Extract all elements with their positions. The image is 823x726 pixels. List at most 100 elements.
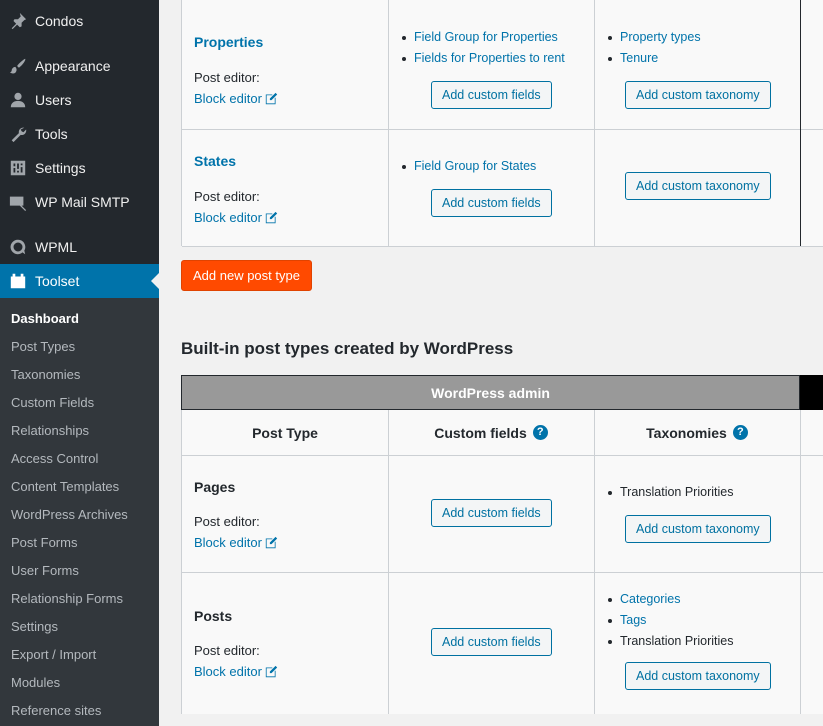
help-icon[interactable]: ? (532, 425, 548, 440)
list-item[interactable]: Tenure (606, 48, 701, 69)
submenu-settings[interactable]: Settings (11, 613, 58, 641)
submenu-access-control[interactable]: Access Control (11, 445, 98, 473)
post-editor-label: Post editor: (194, 189, 260, 204)
column-header-label: Custom fields (434, 424, 527, 441)
table-row: States Post editor: Block editor Field G… (182, 129, 823, 247)
table-row: Properties Post editor: Block editor Fie… (182, 0, 823, 130)
post-type-title[interactable]: States (194, 153, 236, 169)
menu-label: Tools (35, 126, 68, 142)
submenu-relationship-forms[interactable]: Relationship Forms (11, 585, 123, 613)
submenu-user-forms[interactable]: User Forms (11, 557, 79, 585)
block-editor-link[interactable]: Block editor (194, 664, 278, 679)
block-editor-link-text: Block editor (194, 91, 262, 106)
column-header-label: Post Type (252, 424, 318, 441)
menu-label: Toolset (35, 273, 80, 289)
main-content: Properties Post editor: Block editor Fie… (159, 0, 823, 726)
field-groups-list: Field Group for Properties Fields for Pr… (400, 27, 565, 69)
wpml-icon (8, 237, 28, 257)
list-item[interactable]: Tags (606, 610, 733, 631)
taxonomies-list: Translation Priorities (606, 482, 733, 503)
submenu-relationships[interactable]: Relationships (11, 417, 89, 445)
menu-label: Appearance (35, 58, 111, 74)
toolset-submenu: Dashboard Post Types Taxonomies Custom F… (0, 298, 159, 726)
taxonomies-list: Property types Tenure (606, 27, 701, 69)
edit-icon (265, 92, 278, 105)
add-custom-taxonomy-button[interactable]: Add custom taxonomy (625, 81, 771, 109)
submenu-post-types[interactable]: Post Types (11, 333, 75, 361)
submenu-wordpress-archives[interactable]: WordPress Archives (11, 501, 128, 529)
post-type-title: Pages (194, 479, 236, 495)
taxonomies-list: Categories Tags Translation Priorities (606, 589, 733, 652)
pin-icon (8, 11, 28, 31)
menu-wpml[interactable]: WPML (0, 230, 159, 264)
post-editor-label: Post editor: (194, 70, 260, 85)
submenu-modules[interactable]: Modules (11, 669, 60, 697)
block-editor-link[interactable]: Block editor (194, 210, 278, 225)
list-item[interactable]: Property types (606, 27, 701, 48)
add-custom-fields-button[interactable]: Add custom fields (431, 499, 552, 527)
user-icon (8, 90, 28, 110)
submenu-custom-fields[interactable]: Custom Fields (11, 389, 94, 417)
submenu-reference-sites[interactable]: Reference sites (11, 697, 101, 725)
column-header-taxonomies: Taxonomies ? (594, 410, 800, 455)
add-custom-fields-button[interactable]: Add custom fields (431, 628, 552, 656)
list-item: Translation Priorities (606, 631, 733, 652)
column-header-filler (800, 375, 823, 410)
table-row: Pages Post editor: Block editor Add cust… (182, 455, 823, 573)
menu-label: WP Mail SMTP (35, 194, 130, 210)
block-editor-link[interactable]: Block editor (194, 91, 278, 106)
add-new-post-type-button[interactable]: Add new post type (181, 260, 312, 291)
add-custom-taxonomy-button[interactable]: Add custom taxonomy (625, 662, 771, 690)
menu-appearance[interactable]: Appearance (0, 49, 159, 83)
menu-settings[interactable]: Settings (0, 151, 159, 185)
list-item[interactable]: Field Group for Properties (400, 27, 565, 48)
list-item[interactable]: Field Group for States (400, 156, 536, 177)
add-custom-taxonomy-button[interactable]: Add custom taxonomy (625, 515, 771, 543)
column-header-post-type: Post Type (182, 410, 388, 455)
block-editor-link-text: Block editor (194, 210, 262, 225)
sliders-icon (8, 158, 28, 178)
submenu-dashboard[interactable]: Dashboard (11, 305, 79, 333)
block-editor-link-text: Block editor (194, 535, 262, 550)
edit-icon (265, 211, 278, 224)
column-header-custom-fields: Custom fields ? (388, 410, 594, 455)
menu-tools[interactable]: Tools (0, 117, 159, 151)
list-item: Translation Priorities (606, 482, 733, 503)
menu-label: Settings (35, 160, 86, 176)
builtin-post-types-table: Post Type Custom fields ? Taxonomies ? P… (181, 410, 823, 714)
block-editor-link[interactable]: Block editor (194, 535, 278, 550)
block-editor-link-text: Block editor (194, 664, 262, 679)
menu-toolset[interactable]: Toolset (0, 264, 159, 298)
field-groups-list: Field Group for States (400, 156, 536, 177)
wrench-icon (8, 124, 28, 144)
list-item[interactable]: Categories (606, 589, 733, 610)
submenu-export-import[interactable]: Export / Import (11, 641, 96, 669)
table-row: Posts Post editor: Block editor Add cust… (182, 572, 823, 714)
edit-icon (265, 536, 278, 549)
menu-wp-mail-smtp[interactable]: WP Mail SMTP (0, 185, 159, 219)
submenu-content-templates[interactable]: Content Templates (11, 473, 119, 501)
post-editor-label: Post editor: (194, 643, 260, 658)
builtin-section-heading: Built-in post types created by WordPress (181, 339, 514, 358)
column-header-label: Taxonomies (646, 424, 727, 441)
submenu-post-forms[interactable]: Post Forms (11, 529, 77, 557)
post-editor-label: Post editor: (194, 514, 260, 529)
toolset-icon (8, 271, 28, 291)
list-item[interactable]: Fields for Properties to rent (400, 48, 565, 69)
add-custom-fields-button[interactable]: Add custom fields (431, 189, 552, 217)
mail-icon (8, 192, 28, 212)
add-custom-taxonomy-button[interactable]: Add custom taxonomy (625, 172, 771, 200)
table-header-row: Post Type Custom fields ? Taxonomies ? (182, 410, 823, 456)
menu-condos[interactable]: Condos (0, 4, 159, 38)
menu-users[interactable]: Users (0, 83, 159, 117)
admin-sidebar: Condos Appearance Users Tools Settings W… (0, 0, 159, 726)
submenu-taxonomies[interactable]: Taxonomies (11, 361, 80, 389)
post-type-title[interactable]: Properties (194, 34, 263, 50)
help-icon[interactable]: ? (732, 425, 748, 440)
custom-post-types-table: Properties Post editor: Block editor Fie… (181, 0, 823, 247)
menu-label: WPML (35, 239, 77, 255)
menu-label: Condos (35, 13, 84, 29)
wordpress-admin-header: WordPress admin (181, 375, 800, 410)
add-custom-fields-button[interactable]: Add custom fields (431, 81, 552, 109)
post-type-title: Posts (194, 608, 233, 624)
